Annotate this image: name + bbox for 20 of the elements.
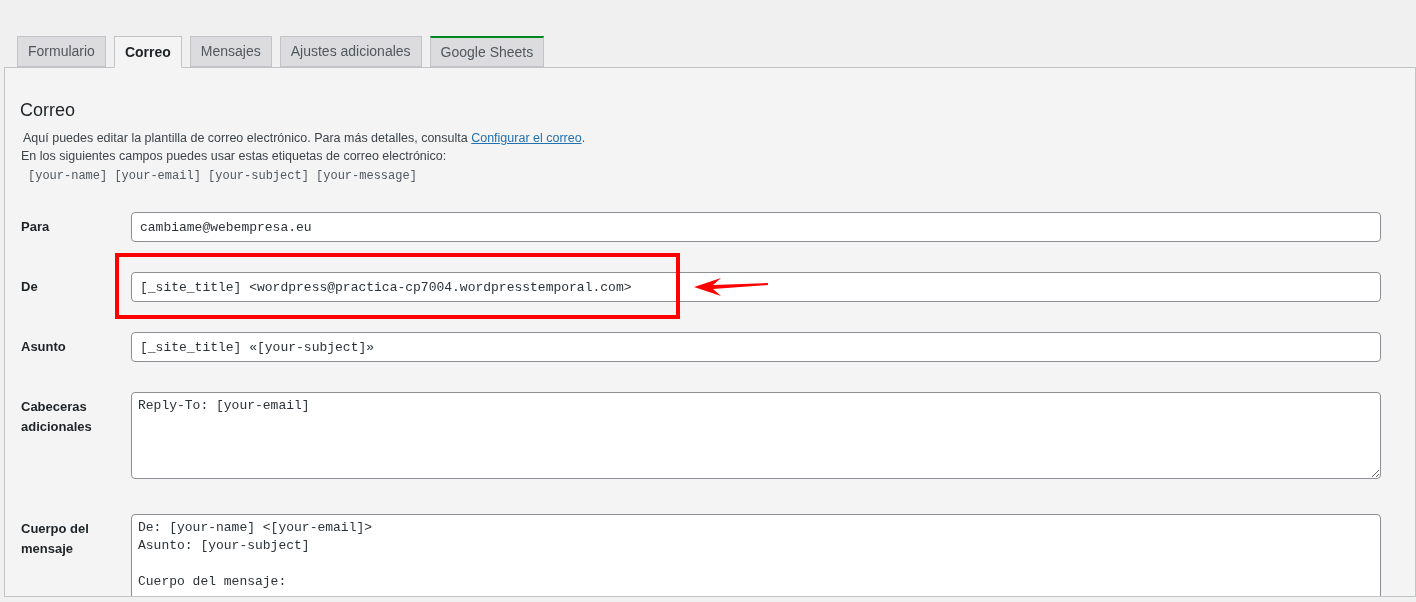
tags-note: En los siguientes campos puedes usar estas etiquetas de correo electrónico: [21,148,448,165]
field-label: De [20,278,39,296]
text-field[interactable]: [_site_title] <wordpress@practica-cp7004.wordpresstemporal.com> [131,272,1381,302]
text-area[interactable]: Reply-To: [your-email] [131,392,1381,479]
section-heading: Correo [20,99,77,122]
tab[interactable]: Ajustes adicionales [279,36,422,67]
tab[interactable]: Mensajes [189,36,272,67]
field-label: Cuerpo del mensaje [20,520,90,558]
tab[interactable]: Correo [113,36,182,68]
tab[interactable]: Formulario [17,36,106,67]
text-field[interactable]: [_site_title] «[your-subject]» [131,332,1381,362]
text-field[interactable]: cambiame@webempresa.eu [131,212,1381,242]
mail-tags: [your-name] [your-email] [your-subject] [your-message] [28,167,1381,185]
tab[interactable]: Google Sheets [429,36,545,67]
configure-mail-link[interactable]: Configurar el correo [471,131,582,145]
field-label: Cabeceras adicionales [20,398,93,436]
field-label: Asunto [20,338,67,356]
intro-text: Aquí puedes editar la plantilla de correo electrónico. Para más detalles, consulta Configurar el correo. [23,130,587,147]
text-area[interactable]: De: [your-name] <[your-email]> Asunto: [your-subject] Cuerpo del mensaje: [131,514,1381,596]
field-label: Para [20,218,51,236]
